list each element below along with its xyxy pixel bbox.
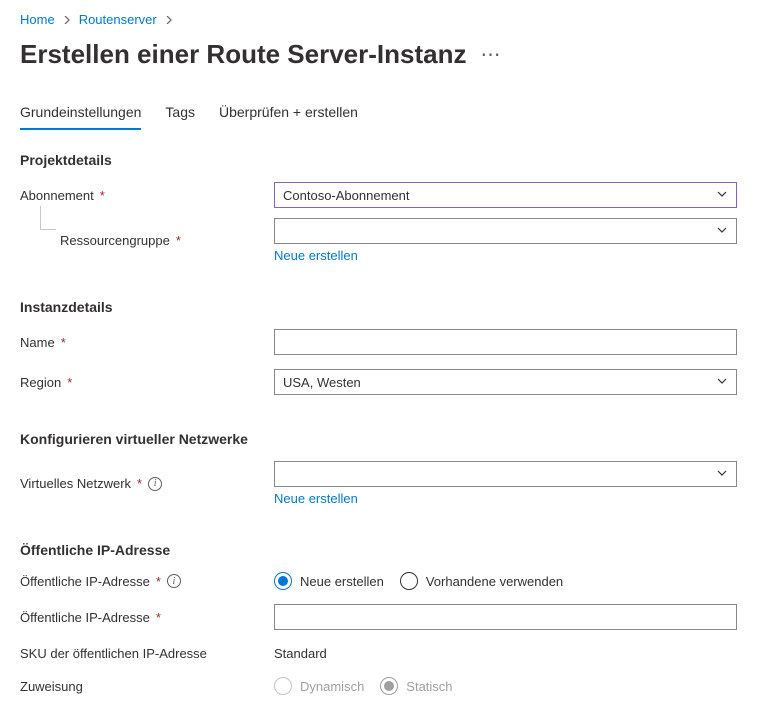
label-sku: SKU der öffentlichen IP-Adresse — [20, 646, 207, 661]
sku-value: Standard — [274, 644, 737, 663]
tab-review[interactable]: Überprüfen + erstellen — [219, 98, 358, 130]
page-title: Erstellen einer Route Server-Instanz — [20, 39, 466, 70]
required-icon: * — [137, 476, 142, 491]
label-vnet: Virtuelles Netzwerk — [20, 476, 131, 491]
radio-unchecked-icon — [400, 572, 418, 590]
resource-group-dropdown[interactable] — [274, 218, 737, 244]
subscription-value: Contoso-Abonnement — [283, 188, 409, 203]
region-dropdown[interactable]: USA, Westen — [274, 369, 737, 395]
breadcrumb-home[interactable]: Home — [20, 12, 55, 27]
breadcrumb-routenserver[interactable]: Routenserver — [79, 12, 157, 27]
tree-connector — [40, 206, 56, 230]
create-new-vnet-link[interactable]: Neue erstellen — [274, 491, 358, 506]
label-resource-group: Ressourcengruppe — [60, 233, 170, 248]
more-actions-button[interactable]: ⋯ — [476, 42, 504, 67]
radio-static: Statisch — [380, 677, 452, 695]
radio-checked-icon — [274, 572, 292, 590]
required-icon: * — [176, 233, 181, 248]
chevron-down-icon — [716, 467, 728, 482]
required-icon: * — [100, 188, 105, 203]
label-region: Region — [20, 375, 61, 390]
public-ip-name-input[interactable] — [274, 604, 737, 630]
radio-label: Vorhandene verwenden — [426, 574, 563, 589]
tab-tags[interactable]: Tags — [165, 98, 195, 130]
chevron-down-icon — [716, 224, 728, 239]
public-ip-mode-radiogroup: Neue erstellen Vorhandene verwenden — [274, 572, 737, 590]
tab-basics[interactable]: Grundeinstellungen — [20, 98, 141, 130]
name-input[interactable] — [274, 329, 737, 355]
section-instance-details: Instanzdetails — [20, 299, 737, 315]
required-icon: * — [61, 335, 66, 350]
tabs: Grundeinstellungen Tags Überprüfen + ers… — [20, 98, 737, 130]
required-icon: * — [156, 610, 161, 625]
required-icon: * — [156, 574, 161, 589]
label-subscription: Abonnement — [20, 188, 94, 203]
section-project-details: Projektdetails — [20, 152, 737, 168]
info-icon[interactable]: i — [167, 574, 181, 588]
section-virtual-networks: Konfigurieren virtueller Netzwerke — [20, 431, 737, 447]
breadcrumb: Home Routenserver — [20, 12, 737, 27]
label-public-ip-name: Öffentliche IP-Adresse — [20, 610, 150, 625]
section-public-ip: Öffentliche IP-Adresse — [20, 542, 737, 558]
chevron-right-icon — [63, 12, 71, 27]
radio-use-existing-ip[interactable]: Vorhandene verwenden — [400, 572, 563, 590]
chevron-down-icon — [716, 188, 728, 203]
info-icon[interactable]: i — [148, 477, 162, 491]
chevron-down-icon — [716, 375, 728, 390]
create-new-resource-group-link[interactable]: Neue erstellen — [274, 248, 358, 263]
assignment-radiogroup: Dynamisch Statisch — [274, 677, 737, 695]
label-name: Name — [20, 335, 55, 350]
subscription-dropdown[interactable]: Contoso-Abonnement — [274, 182, 737, 208]
vnet-dropdown[interactable] — [274, 461, 737, 487]
radio-label: Statisch — [406, 679, 452, 694]
radio-unchecked-icon — [274, 677, 292, 695]
label-public-ip-mode: Öffentliche IP-Adresse — [20, 574, 150, 589]
radio-checked-icon — [380, 677, 398, 695]
region-value: USA, Westen — [283, 375, 361, 390]
label-assignment: Zuweisung — [20, 679, 83, 694]
radio-create-new-ip[interactable]: Neue erstellen — [274, 572, 384, 590]
required-icon: * — [67, 375, 72, 390]
radio-label: Dynamisch — [300, 679, 364, 694]
radio-dynamic: Dynamisch — [274, 677, 364, 695]
chevron-right-icon — [165, 12, 173, 27]
radio-label: Neue erstellen — [300, 574, 384, 589]
